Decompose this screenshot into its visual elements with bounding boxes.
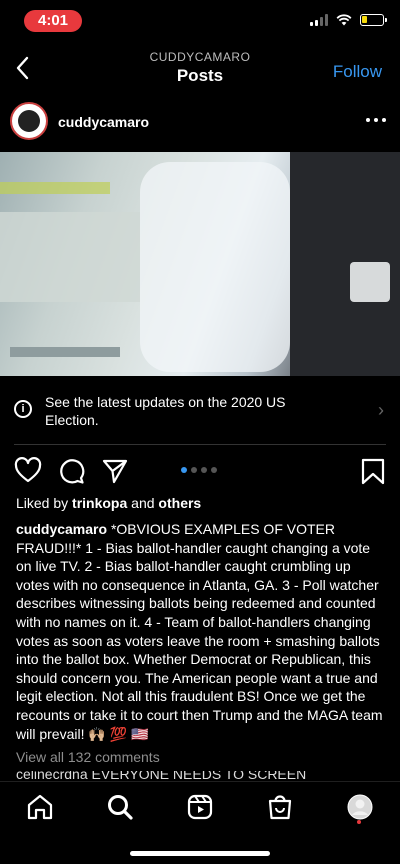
shop-icon[interactable]	[265, 792, 295, 822]
heart-icon[interactable]	[14, 457, 42, 483]
notification-dot	[357, 820, 361, 824]
home-icon[interactable]	[25, 792, 55, 822]
status-time: 4:01	[24, 10, 82, 32]
comment-icon[interactable]	[57, 457, 85, 485]
carousel-dot	[191, 467, 197, 473]
liked-by-prefix: Liked by	[16, 495, 69, 511]
follow-button[interactable]: Follow	[333, 62, 382, 82]
bookmark-icon[interactable]	[360, 457, 386, 485]
search-icon[interactable]	[105, 792, 135, 822]
carousel-dot-active	[181, 467, 187, 473]
comment-preview: celinecrdna EVERYONE NEEDS TO SCREEN	[16, 771, 386, 781]
avatar[interactable]	[10, 102, 48, 140]
caption-username[interactable]: cuddycamaro	[16, 521, 107, 537]
post-caption: cuddycamaro *OBVIOUS EXAMPLES OF VOTER F…	[16, 520, 386, 743]
cellular-signal-icon	[310, 14, 328, 26]
divider	[14, 444, 386, 445]
liked-by-and: and	[131, 495, 155, 511]
post-header: cuddycamaro	[0, 100, 400, 150]
liked-by-others[interactable]: others	[158, 495, 201, 511]
chevron-right-icon: ›	[378, 400, 384, 420]
view-all-comments-link[interactable]: View all 132 comments	[16, 749, 160, 765]
liked-by-user[interactable]: trinkopa	[72, 495, 127, 511]
send-icon[interactable]	[101, 457, 129, 485]
carousel-dot	[201, 467, 207, 473]
reels-icon[interactable]	[185, 792, 215, 822]
profile-icon[interactable]	[345, 792, 375, 822]
likes-line: Liked by trinkopa and others	[16, 495, 201, 511]
comment-preview-text: celinecrdna EVERYONE NEEDS TO SCREEN	[16, 771, 307, 781]
post-media[interactable]	[0, 152, 400, 376]
battery-icon	[360, 14, 387, 26]
post-actions	[0, 455, 400, 487]
caption-text: *OBVIOUS EXAMPLES OF VOTER FRAUD!!!* 1 -…	[16, 521, 383, 742]
carousel-dot	[211, 467, 217, 473]
nav-header: CUDDYCAMARO Posts Follow	[0, 44, 400, 94]
wifi-icon	[336, 14, 352, 26]
post-username[interactable]: cuddycamaro	[58, 114, 149, 130]
carousel-indicator	[181, 467, 217, 473]
more-options-icon[interactable]	[366, 112, 386, 128]
info-icon: i	[14, 400, 32, 418]
election-banner-text: See the latest updates on the 2020 US El…	[45, 394, 286, 428]
home-indicator	[130, 851, 270, 856]
status-bar: 4:01	[0, 0, 400, 44]
election-info-banner[interactable]: i See the latest updates on the 2020 US …	[0, 384, 400, 438]
status-icons	[310, 14, 387, 26]
